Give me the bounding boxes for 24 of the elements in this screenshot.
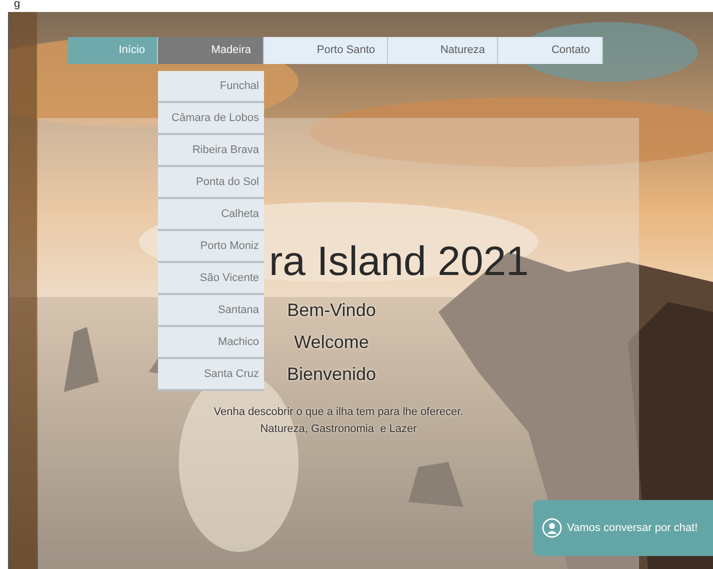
nav-link[interactable]: Porto Santo bbox=[264, 37, 388, 64]
nav-link[interactable]: Início bbox=[68, 37, 158, 64]
page-title: ra Island 2021 bbox=[269, 237, 529, 286]
nav-link[interactable]: Madeira bbox=[158, 37, 264, 64]
menu-item[interactable]: Ribeira Brava bbox=[158, 135, 264, 167]
menu-item[interactable]: Funchal bbox=[158, 71, 264, 103]
menu-item[interactable]: Câmara de Lobos bbox=[158, 103, 264, 135]
menu-item[interactable]: Calheta bbox=[158, 199, 264, 231]
chat-button[interactable]: Vamos conversar por chat! bbox=[533, 500, 713, 556]
tagline-text: Natureza, Gastronomia e Lazer bbox=[260, 422, 417, 437]
menu-item[interactable]: São Vicente bbox=[158, 263, 264, 295]
greeting-text: Bem-Vindo bbox=[287, 299, 376, 322]
greeting-text: Welcome bbox=[294, 331, 369, 354]
nav-link[interactable]: Contato bbox=[498, 37, 603, 64]
menu-item[interactable]: Porto Moniz bbox=[158, 231, 264, 263]
heading-fragment: g bbox=[14, 0, 20, 10]
menu-item[interactable]: Ponta do Sol bbox=[158, 167, 264, 199]
menu-item[interactable]: Machico bbox=[158, 327, 264, 359]
menu-item[interactable]: Santana bbox=[158, 295, 264, 327]
tagline-text: Venha descobrir o que a ilha tem para lhe oferecer. bbox=[214, 405, 464, 420]
nav-link[interactable]: Natureza bbox=[388, 37, 498, 64]
greeting-text: Bienvenido bbox=[286, 363, 376, 386]
user-icon bbox=[542, 518, 562, 538]
menu-item[interactable]: Santa Cruz bbox=[158, 359, 264, 391]
